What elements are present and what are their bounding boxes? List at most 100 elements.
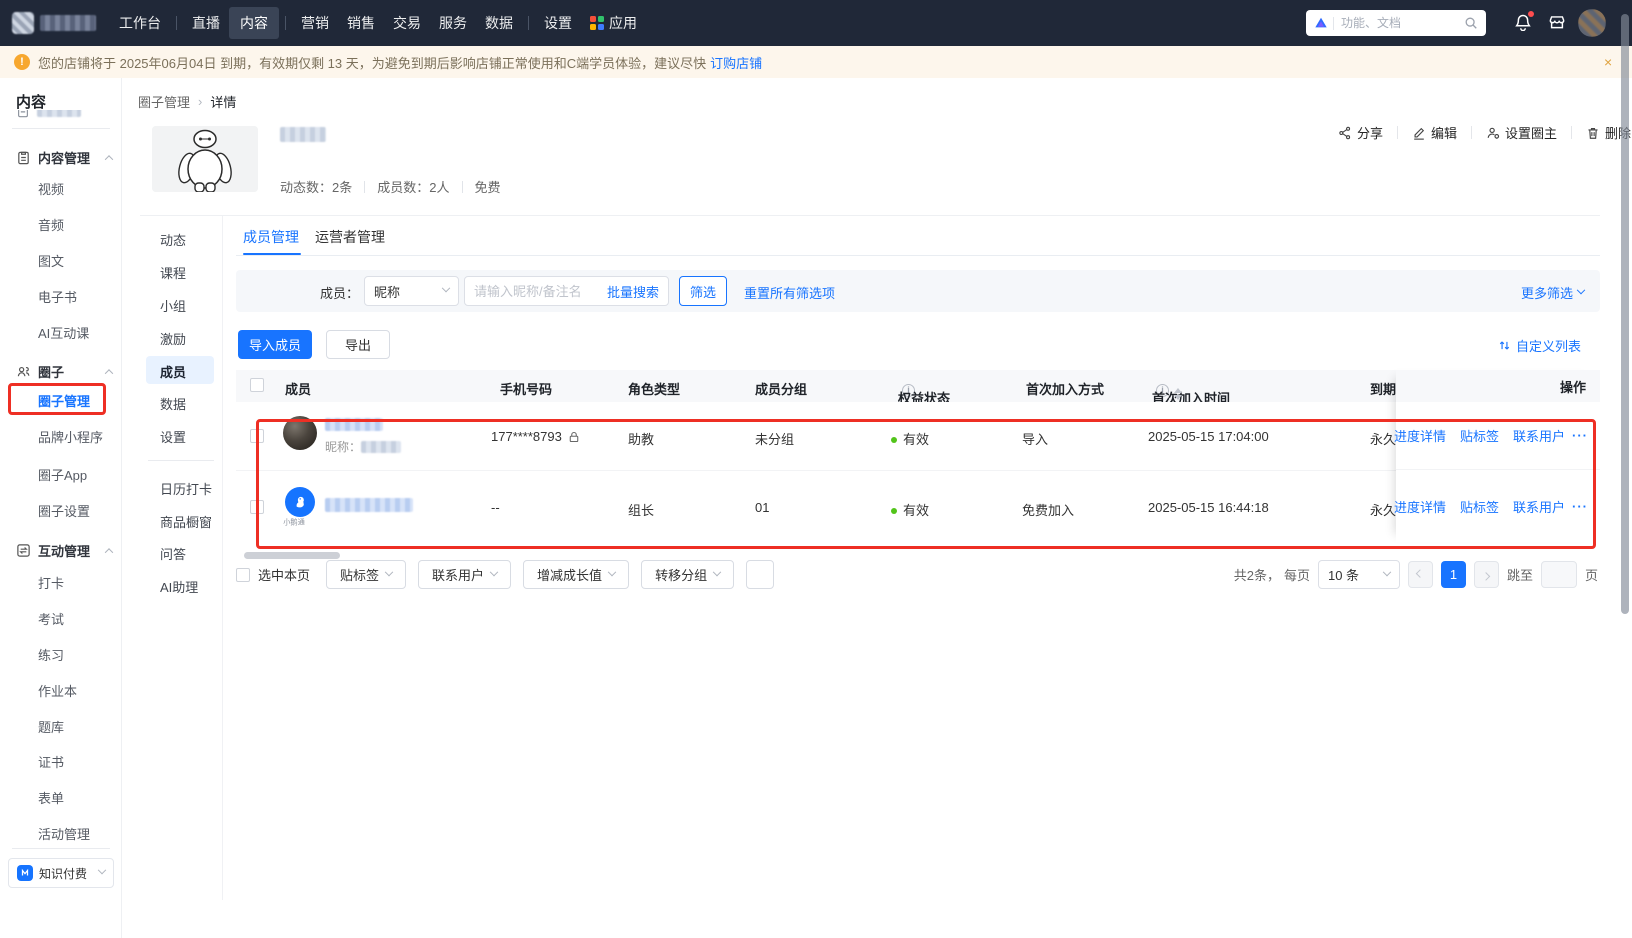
sidebar-item-form[interactable]: 表单	[38, 788, 64, 807]
sidebar-item-ai-course[interactable]: AI互动课	[38, 323, 89, 342]
panel-menu-ai-assistant[interactable]: AI助理	[160, 577, 198, 596]
sidebar-item-audio[interactable]: 音频	[38, 215, 64, 234]
next-page-button[interactable]	[1473, 561, 1499, 588]
contact-user-link[interactable]: 联系用户	[1513, 497, 1565, 516]
search-input[interactable]	[1341, 16, 1464, 30]
xiaoe-swan-icon	[296, 496, 304, 508]
contact-user-link[interactable]: 联系用户	[1513, 426, 1565, 445]
more-filters-link[interactable]: 更多筛选	[1521, 283, 1586, 302]
users-icon	[17, 366, 30, 377]
panel-menu-settings[interactable]: 设置	[160, 427, 186, 446]
panel-menu-groups[interactable]: 小组	[160, 296, 186, 315]
sidebar-item-practice[interactable]: 练习	[38, 645, 64, 664]
reset-filters-link[interactable]: 重置所有筛选项	[744, 283, 835, 302]
vertical-scrollbar-thumb[interactable]	[1621, 14, 1629, 614]
prev-page-button[interactable]	[1407, 561, 1433, 588]
col-group: 成员分组	[755, 382, 808, 397]
nickname-label: 昵称：	[325, 440, 362, 454]
batch-search-link[interactable]: 批量搜索	[607, 282, 659, 301]
col-actions: 操作	[1396, 370, 1600, 402]
current-page-button[interactable]: 1	[1440, 561, 1466, 588]
page-size-select[interactable]: 10 条	[1317, 560, 1400, 589]
notifications-button[interactable]	[1514, 11, 1534, 31]
nav-item-service[interactable]: 服务	[430, 13, 476, 33]
sidebar-item-article[interactable]: 图文	[38, 251, 64, 270]
sidebar-item-exam[interactable]: 考试	[38, 609, 64, 628]
horizontal-scrollbar-thumb[interactable]	[244, 552, 340, 559]
product-switcher[interactable]: 知识付费	[8, 858, 114, 888]
panel-menu-courses[interactable]: 课程	[160, 263, 186, 282]
sidebar-item-circle-settings[interactable]: 圈子设置	[38, 501, 90, 520]
sidebar-item-activity-mgmt[interactable]: 活动管理	[38, 824, 90, 843]
wecom-broadcast-button[interactable]	[746, 560, 775, 589]
nav-item-marketing[interactable]: 营销	[292, 13, 338, 33]
import-members-button[interactable]: 导入成员	[238, 330, 312, 359]
progress-detail-link[interactable]: 进度详情	[1394, 497, 1446, 516]
renew-shop-link[interactable]: 订购店铺	[710, 53, 762, 72]
edit-button[interactable]: 编辑	[1412, 123, 1457, 142]
nav-item-content[interactable]: 内容	[229, 7, 279, 39]
col-join-time[interactable]: 首次加入时间 i	[1152, 379, 1230, 406]
sidebar-group-content-mgmt[interactable]: 内容管理	[16, 148, 114, 167]
nav-item-settings[interactable]: 设置	[535, 13, 581, 33]
user-avatar[interactable]	[1578, 9, 1606, 37]
sidebar-item-checkin[interactable]: 打卡	[38, 573, 64, 592]
sidebar-item-ebook[interactable]: 电子书	[38, 287, 77, 306]
panel-menu-moments[interactable]: 动态	[160, 230, 186, 249]
nickname-search-field[interactable]: 批量搜索	[464, 276, 669, 306]
chevron-down-icon	[384, 567, 394, 576]
nav-item-live[interactable]: 直播	[183, 13, 229, 33]
tab-operator-mgmt[interactable]: 运营者管理	[315, 227, 385, 247]
filter-type-select[interactable]: 昵称	[364, 276, 459, 306]
tab-member-mgmt[interactable]: 成员管理	[243, 227, 299, 247]
batch-tag-button[interactable]: 贴标签	[326, 560, 407, 589]
app-root: 工作台 直播 内容 营销 销售 交易 服务 数据 设置 应用 功能、文档 ! 您…	[0, 0, 1632, 938]
select-page-checkbox[interactable]	[236, 567, 250, 582]
nav-item-sales[interactable]: 销售	[338, 13, 384, 33]
search-icon[interactable]	[1464, 16, 1478, 30]
sidebar-item-circle-mgmt[interactable]: 圈子管理	[38, 391, 90, 410]
nickname-input[interactable]	[474, 283, 601, 299]
sidebar-group-interaction[interactable]: 互动管理	[16, 541, 114, 560]
breadcrumb-parent[interactable]: 圈子管理	[138, 92, 190, 111]
sidebar-item-video[interactable]: 视频	[38, 179, 64, 198]
panel-menu-calendar-checkin[interactable]: 日历打卡	[160, 479, 212, 498]
nav-item-data[interactable]: 数据	[476, 13, 522, 33]
share-button[interactable]: 分享	[1338, 123, 1383, 142]
batch-growth-button[interactable]: 增减成长值	[523, 560, 630, 589]
panel-menu-members[interactable]: 成员	[160, 362, 186, 381]
panel-menu-incentive[interactable]: 激励	[160, 329, 186, 348]
set-owner-button[interactable]: 设置圈主	[1486, 123, 1557, 142]
shop-button[interactable]	[1548, 13, 1566, 31]
sidebar-group-circle[interactable]: 圈子	[16, 362, 114, 381]
global-search[interactable]	[1306, 10, 1486, 36]
nav-item-workbench[interactable]: 工作台	[110, 13, 170, 33]
progress-detail-link[interactable]: 进度详情	[1394, 426, 1446, 445]
batch-contact-button[interactable]: 联系用户	[418, 560, 512, 589]
row-checkbox[interactable]	[250, 500, 264, 514]
sidebar-item-brand-miniprogram[interactable]: 品牌小程序	[38, 427, 103, 446]
sidebar-item-question-bank[interactable]: 题库	[38, 717, 64, 736]
sort-icon[interactable]	[1174, 388, 1182, 400]
panel-menu-product-showcase[interactable]: 商品橱窗	[160, 512, 212, 531]
filter-button[interactable]: 筛选	[679, 276, 727, 306]
panel-menu-data[interactable]: 数据	[160, 394, 186, 413]
close-icon[interactable]: ×	[1604, 54, 1612, 70]
tag-link[interactable]: 贴标签	[1460, 426, 1499, 445]
sidebar-item-certificate[interactable]: 证书	[38, 752, 64, 771]
nav-item-apps[interactable]: 应用	[581, 13, 646, 33]
jump-page-input[interactable]	[1540, 561, 1577, 588]
select-all-checkbox[interactable]	[250, 378, 264, 392]
export-button[interactable]: 导出	[326, 330, 390, 359]
more-actions-icon[interactable]: ···	[1572, 499, 1588, 514]
panel-menu-qa[interactable]: 问答	[160, 544, 186, 563]
tag-link[interactable]: 贴标签	[1460, 497, 1499, 516]
sidebar-item-homework[interactable]: 作业本	[38, 681, 77, 700]
sidebar-item-circle-app[interactable]: 圈子App	[38, 465, 87, 484]
lock-icon[interactable]	[568, 431, 580, 443]
nav-item-trade[interactable]: 交易	[384, 13, 430, 33]
more-actions-icon[interactable]: ···	[1572, 428, 1588, 443]
row-checkbox[interactable]	[250, 429, 264, 443]
batch-transfer-group-button[interactable]: 转移分组	[641, 560, 735, 589]
customize-columns-link[interactable]: 自定义列表	[1498, 336, 1581, 355]
